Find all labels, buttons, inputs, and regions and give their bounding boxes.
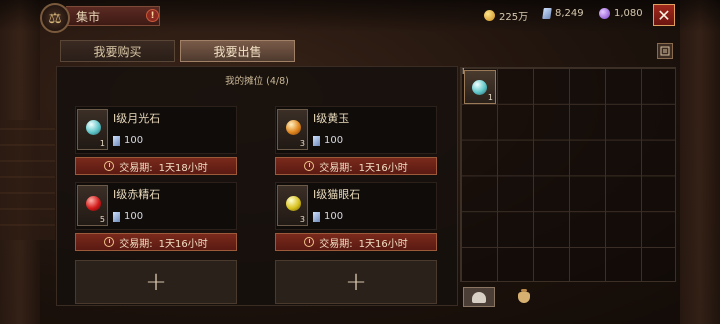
helmet-icon (472, 291, 486, 303)
item-price: 100 (124, 135, 144, 146)
page-title-text: 集市 (76, 9, 101, 24)
close-icon: ✕ (657, 5, 671, 25)
item-price: 100 (324, 211, 344, 222)
currency-gold: 225万 (484, 8, 528, 23)
listing-slot[interactable]: 1 I级月光石 100 交易期: 1天18小时 (75, 106, 237, 182)
moonstone-gem-icon (86, 120, 101, 135)
item-name: I级月光石 (113, 112, 161, 125)
listing-slot[interactable]: 3 I级猫眼石 100 交易期: 1天16小时 (275, 182, 437, 258)
currency-crystal: 8,249 (542, 8, 584, 19)
clock-icon (104, 237, 115, 247)
inventory-tab-items[interactable] (508, 287, 540, 307)
item-price: 100 (124, 211, 144, 222)
orb-value: 1,080 (614, 8, 643, 19)
period-value: 1天16小时 (358, 238, 408, 250)
gold-coin-icon (484, 10, 495, 21)
sort-button[interactable] (657, 43, 673, 59)
item-frame[interactable]: 5 (77, 185, 108, 226)
inventory-item-qty: 1 (487, 93, 493, 102)
tab-sell[interactable]: 我要出售 (180, 40, 295, 62)
tab-sell-label: 我要出售 (213, 44, 262, 59)
item-name: I级黄玉 (313, 112, 350, 125)
item-qty: 1 (99, 139, 105, 148)
item-qty: 3 (299, 139, 305, 148)
info-icon[interactable]: ! (146, 9, 159, 22)
tab-buy[interactable]: 我要购买 (60, 40, 175, 62)
item-qty: 3 (299, 215, 305, 224)
period-value: 1天16小时 (358, 162, 408, 174)
period-label: 交易期: (119, 162, 153, 174)
red-gem-icon (86, 196, 101, 211)
inventory-tab-equipment[interactable] (463, 287, 495, 307)
currency-orb: 1,080 (599, 8, 643, 19)
crystal-icon (313, 135, 320, 146)
clock-icon (304, 161, 315, 171)
bag-icon (518, 288, 530, 303)
crystal-icon (113, 135, 120, 146)
item-price: 100 (324, 135, 344, 146)
background-shelf (0, 120, 55, 240)
cats-eye-gem-icon (286, 196, 301, 211)
add-listing-button[interactable]: + (75, 260, 237, 304)
item-frame[interactable]: 1 (77, 109, 108, 150)
close-button[interactable]: ✕ (653, 4, 675, 26)
stall-title: 我的摊位 (4/8) (225, 76, 289, 87)
item-name: I级赤精石 (113, 188, 161, 201)
scales-icon: ⚖ (40, 3, 70, 33)
trade-period-bar: 交易期: 1天16小时 (275, 233, 437, 251)
item-frame[interactable]: 3 (277, 185, 308, 226)
inventory-item-mark: I (462, 67, 465, 76)
period-label: 交易期: (319, 162, 353, 174)
crystal-icon (313, 211, 320, 222)
add-listing-button[interactable]: + (275, 260, 437, 304)
topaz-gem-icon (286, 120, 301, 135)
item-qty: 5 (99, 215, 105, 224)
plus-icon: + (145, 267, 167, 297)
item-name: I级猫眼石 (313, 188, 361, 201)
price-row: 100 (313, 135, 343, 146)
purple-orb-icon (599, 8, 610, 19)
price-row: 100 (113, 135, 143, 146)
sort-icon (660, 46, 670, 56)
clock-icon (304, 237, 315, 247)
moonstone-gem-icon (472, 80, 487, 95)
item-frame[interactable]: 3 (277, 109, 308, 150)
period-label: 交易期: (119, 238, 153, 250)
period-label: 交易期: (319, 238, 353, 250)
price-row: 100 (113, 211, 143, 222)
crystal-value: 8,249 (555, 8, 584, 19)
clock-icon (104, 161, 115, 171)
listing-slot[interactable]: 3 I级黄玉 100 交易期: 1天16小时 (275, 106, 437, 182)
background-pillar-right (680, 0, 720, 324)
crystal-icon (113, 211, 120, 222)
price-row: 100 (313, 211, 343, 222)
gold-value: 225万 (499, 12, 529, 23)
period-value: 1天18小时 (158, 162, 208, 174)
trade-period-bar: 交易期: 1天16小时 (75, 233, 237, 251)
trade-period-bar: 交易期: 1天16小时 (275, 157, 437, 175)
period-value: 1天16小时 (158, 238, 208, 250)
listing-slot[interactable]: 5 I级赤精石 100 交易期: 1天16小时 (75, 182, 237, 258)
tab-buy-label: 我要购买 (93, 44, 142, 59)
trade-period-bar: 交易期: 1天18小时 (75, 157, 237, 175)
crystal-icon (542, 8, 552, 19)
inventory-item[interactable]: 1 (464, 70, 496, 104)
plus-icon: + (345, 267, 367, 297)
